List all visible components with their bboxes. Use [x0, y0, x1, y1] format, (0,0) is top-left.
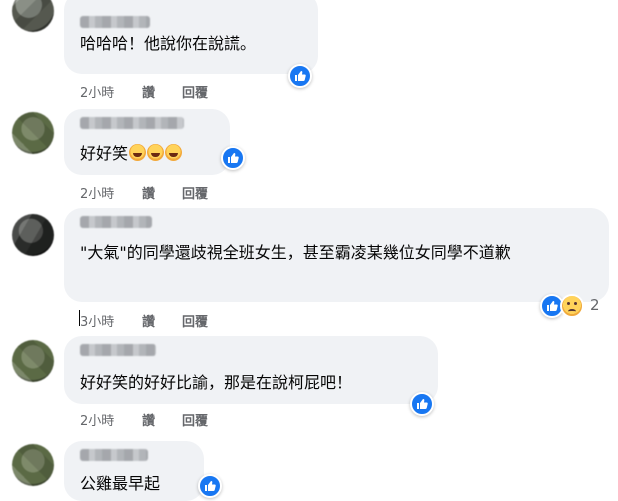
like-action[interactable]: 讚 — [142, 410, 182, 429]
like-reaction-badge[interactable] — [221, 146, 245, 170]
like-icon — [417, 399, 428, 409]
reply-action[interactable]: 回覆 — [182, 410, 208, 429]
like-reaction-badge[interactable] — [288, 64, 312, 88]
commenter-name-blurred[interactable] — [80, 344, 156, 356]
reply-action[interactable]: 回覆 — [182, 183, 208, 202]
comment-text: 好好笑 — [80, 142, 183, 165]
like-action[interactable]: 讚 — [142, 311, 182, 330]
comment-time[interactable]: 2小時 — [80, 82, 142, 101]
rofl-emoji — [147, 144, 165, 161]
comment-time[interactable]: 2小時 — [80, 410, 142, 429]
like-icon — [547, 301, 558, 311]
like-action[interactable]: 讚 — [142, 183, 182, 202]
comment-avatar[interactable] — [12, 112, 54, 154]
reaction-count: 2 — [590, 296, 600, 314]
like-icon — [228, 153, 239, 163]
comment-avatar[interactable] — [12, 444, 54, 486]
sad-icon — [560, 294, 584, 318]
comment-time[interactable]: 2小時 — [80, 183, 142, 202]
commenter-name-blurred[interactable] — [80, 16, 150, 28]
like-reaction-badge[interactable] — [410, 392, 434, 416]
rofl-emoji — [165, 144, 183, 161]
comment-bubble: 公雞最早起 — [64, 441, 204, 501]
like-reaction-badge[interactable] — [198, 474, 222, 498]
comment-meta: 3小時 讚 回覆 — [80, 311, 208, 330]
commenter-name-blurred[interactable] — [80, 449, 148, 461]
comment-meta: 2小時 讚 回覆 — [80, 183, 208, 202]
comment-bubble: 哈哈哈！他說你在說謊。 — [64, 0, 318, 74]
comment-text: 公雞最早起 — [80, 474, 161, 493]
like-action[interactable]: 讚 — [142, 82, 182, 101]
comment-text: 好好笑的好好比諭，那是在說柯屁吧！ — [80, 373, 353, 392]
reply-action[interactable]: 回覆 — [182, 82, 208, 101]
comment-avatar[interactable] — [12, 340, 54, 382]
commenter-name-blurred[interactable] — [80, 216, 152, 228]
comment-bubble: "大氣"的同學還歧視全班女生，甚至霸凌某幾位女同學不道歉 — [64, 208, 609, 302]
comment-text: 哈哈哈！他說你在說謊。 — [80, 34, 257, 53]
comment-meta: 2小時 讚 回覆 — [80, 82, 208, 101]
comment-meta: 2小時 讚 回覆 — [80, 410, 208, 429]
comment-text: "大氣"的同學還歧視全班女生，甚至霸凌某幾位女同學不道歉 — [80, 243, 511, 262]
reply-action[interactable]: 回覆 — [182, 311, 208, 330]
like-icon — [205, 481, 216, 491]
comment-avatar[interactable] — [12, 214, 54, 256]
reaction-summary[interactable]: 2 — [540, 294, 610, 318]
comment-time[interactable]: 3小時 — [80, 311, 142, 330]
like-icon — [295, 71, 306, 81]
comment-bubble: 好好笑的好好比諭，那是在說柯屁吧！ — [64, 336, 438, 404]
comment-bubble: 好好笑 — [64, 109, 230, 175]
comment-avatar[interactable] — [12, 0, 54, 32]
rofl-emoji — [129, 144, 147, 161]
commenter-name-blurred[interactable] — [80, 117, 184, 129]
